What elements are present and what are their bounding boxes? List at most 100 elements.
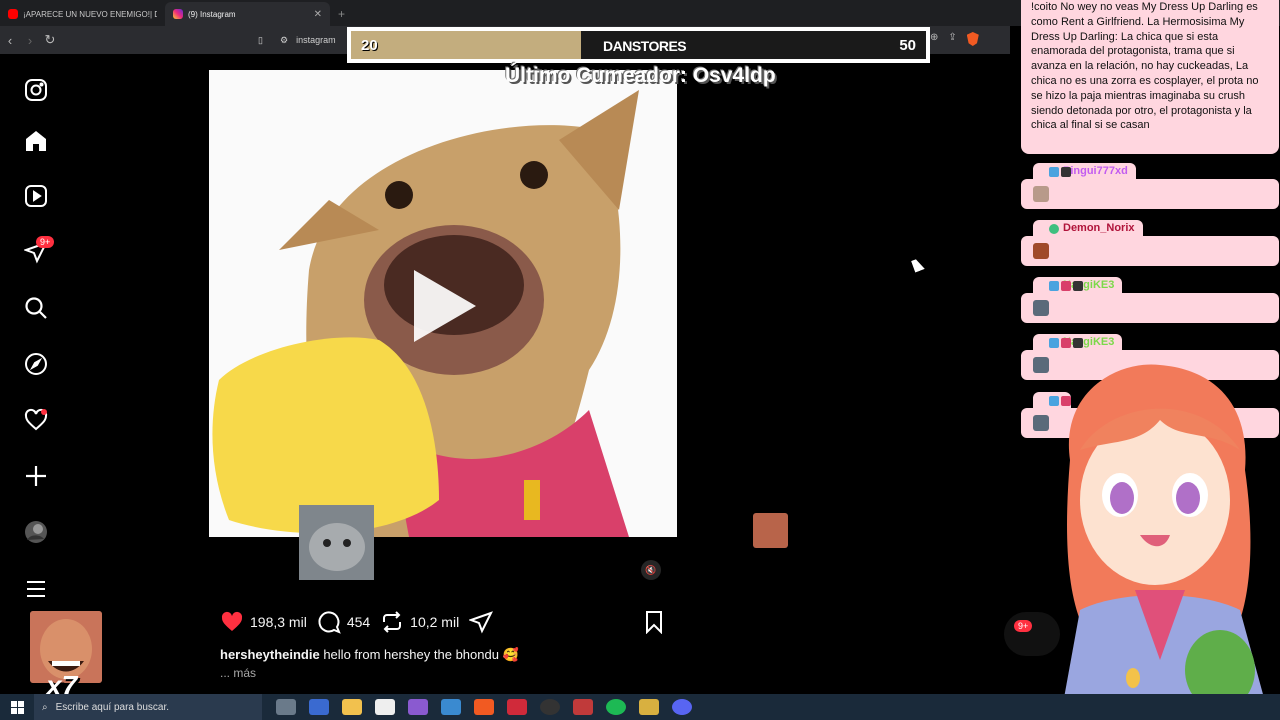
windows-taskbar: ⌕ Escribe aquí para buscar. bbox=[0, 694, 1280, 720]
comment-group: 454 bbox=[317, 610, 370, 634]
address-bar-actions: ⊕ ⇪ bbox=[930, 32, 979, 46]
chat-username-tag: NaegiKE3 bbox=[1033, 334, 1123, 354]
share-direct-icon[interactable] bbox=[469, 610, 494, 634]
profile-avatar[interactable] bbox=[22, 518, 50, 546]
play-icon[interactable] bbox=[414, 270, 476, 342]
notification-badge: 9+ bbox=[36, 236, 55, 248]
media-app-icon[interactable] bbox=[507, 699, 527, 715]
chat-message-body bbox=[1021, 236, 1279, 266]
obs-app-icon[interactable] bbox=[540, 699, 560, 715]
chat-emote bbox=[1033, 300, 1049, 316]
repost-icon[interactable] bbox=[380, 610, 404, 634]
chat-message-body bbox=[1021, 179, 1279, 209]
tab-title: ¡APARECE UN NUEVO ENEMIGO!| De bbox=[23, 9, 157, 19]
chat-message-top: !coito No wey no veas My Dress Up Darlin… bbox=[1021, 0, 1279, 154]
create-icon[interactable] bbox=[22, 462, 50, 490]
taskbar-search[interactable]: ⌕ Escribe aquí para buscar. bbox=[34, 694, 262, 720]
site-info-icon[interactable]: ⚙ bbox=[280, 35, 288, 46]
brave-shield-icon[interactable] bbox=[966, 32, 979, 46]
caption-more-link[interactable]: ... más bbox=[220, 666, 256, 680]
brave-app-icon[interactable] bbox=[474, 699, 494, 715]
bookmark-page-icon[interactable]: ▯ bbox=[258, 35, 263, 46]
user-badges bbox=[1049, 167, 1071, 177]
chat-emote bbox=[1033, 243, 1049, 259]
reels-icon[interactable] bbox=[22, 182, 50, 210]
goal-label: DANSTORES bbox=[603, 38, 687, 54]
post-actions: 198,3 mil 454 10,2 mil bbox=[220, 608, 670, 636]
close-tab-icon[interactable]: ✕ bbox=[314, 9, 322, 20]
discord-app-icon[interactable] bbox=[672, 699, 692, 715]
chat-username: Demon_Norix bbox=[1063, 222, 1135, 234]
instagram-sidebar: 9+ bbox=[0, 54, 74, 694]
repost-group: 10,2 mil bbox=[380, 610, 459, 634]
browser-tab-youtube[interactable]: ¡APARECE UN NUEVO ENEMIGO!| De bbox=[0, 2, 165, 26]
zoom-icon[interactable]: ⊕ bbox=[930, 32, 938, 46]
chat-username-tag: Pingui777xd bbox=[1033, 163, 1136, 183]
comment-icon[interactable] bbox=[317, 610, 341, 634]
like-count: 198,3 mil bbox=[250, 614, 307, 630]
vtuber-avatar-image bbox=[1060, 364, 1270, 720]
share-icon[interactable]: ⇪ bbox=[948, 32, 956, 46]
badge-app-icon[interactable] bbox=[309, 699, 329, 715]
file-explorer-icon[interactable] bbox=[342, 699, 362, 715]
chat-emote bbox=[1033, 186, 1049, 202]
last-cumeador-text: Último Cumeador: Osv4ldp bbox=[505, 64, 776, 87]
caption-text: hello from hershey the bhondu 🥰 bbox=[323, 647, 519, 662]
post-username[interactable]: hersheytheindie bbox=[220, 647, 320, 662]
search-icon[interactable] bbox=[22, 294, 50, 322]
user-badges bbox=[1049, 224, 1059, 234]
forward-icon[interactable]: › bbox=[20, 33, 40, 48]
settings-app-icon[interactable] bbox=[276, 699, 296, 715]
store-app-icon[interactable] bbox=[441, 699, 461, 715]
goal-bar-fill bbox=[351, 31, 581, 59]
heart-icon[interactable] bbox=[22, 406, 50, 434]
messages-badge: 9+ bbox=[1014, 620, 1033, 632]
comment-count: 454 bbox=[346, 614, 371, 630]
instagram-post: 🔇 bbox=[209, 70, 677, 596]
home-icon[interactable] bbox=[22, 127, 50, 155]
player-app-icon[interactable] bbox=[639, 699, 659, 715]
notion-app-icon[interactable] bbox=[375, 699, 395, 715]
tab-title: (9) Instagram bbox=[188, 9, 236, 19]
back-icon[interactable]: ‹ bbox=[0, 33, 20, 48]
instagram-favicon-icon bbox=[173, 9, 183, 19]
goal-bar-track: 20 DANSTORES 50 bbox=[351, 31, 926, 59]
spotify-app-icon[interactable] bbox=[606, 699, 626, 715]
search-icon: ⌕ bbox=[42, 701, 48, 713]
taskbar-apps bbox=[276, 699, 692, 715]
instagram-logo-icon[interactable] bbox=[22, 76, 50, 104]
save-bookmark-icon[interactable] bbox=[642, 610, 666, 634]
tools-app-icon[interactable] bbox=[573, 699, 593, 715]
post-caption: hersheytheindie hello from hershey the b… bbox=[220, 647, 519, 663]
user-badges bbox=[1049, 281, 1083, 291]
goal-target: 50 bbox=[899, 37, 916, 54]
start-button[interactable] bbox=[0, 700, 34, 714]
new-tab-icon[interactable]: + bbox=[330, 7, 353, 26]
windows-logo-icon bbox=[10, 700, 24, 714]
url-text: instagram bbox=[296, 35, 336, 45]
taskbar-search-placeholder: Escribe aquí para buscar. bbox=[55, 701, 170, 713]
post-video[interactable] bbox=[209, 70, 677, 537]
pen-app-icon[interactable] bbox=[408, 699, 428, 715]
user-badges bbox=[1049, 338, 1083, 348]
url-field[interactable]: ▯ ⚙ instagram bbox=[258, 30, 336, 50]
like-heart-icon[interactable] bbox=[220, 610, 244, 634]
messages-float-button[interactable] bbox=[1004, 612, 1060, 656]
youtube-favicon-icon bbox=[8, 9, 18, 19]
browser-tab-instagram[interactable]: (9) Instagram ✕ bbox=[165, 2, 330, 26]
repost-count: 10,2 mil bbox=[410, 614, 460, 630]
chat-username-tag: Demon_Norix bbox=[1033, 220, 1143, 240]
menu-icon[interactable] bbox=[22, 575, 50, 603]
reload-icon[interactable]: ↻ bbox=[40, 32, 60, 48]
chat-message-body bbox=[1021, 293, 1279, 323]
mute-icon[interactable]: 🔇 bbox=[641, 560, 661, 580]
chat-username-tag: NaegiKE3 bbox=[1033, 277, 1123, 297]
chat-username: Pingui777xd bbox=[1063, 165, 1128, 177]
stream-goal-bar: 20 DANSTORES 50 bbox=[347, 27, 930, 63]
goal-current: 20 bbox=[361, 37, 378, 54]
cat-emote-image bbox=[299, 505, 374, 580]
small-laughing-emote bbox=[753, 513, 788, 548]
like-group: 198,3 mil bbox=[220, 610, 307, 634]
explore-icon[interactable] bbox=[22, 350, 50, 378]
mouse-cursor-icon bbox=[911, 257, 925, 273]
